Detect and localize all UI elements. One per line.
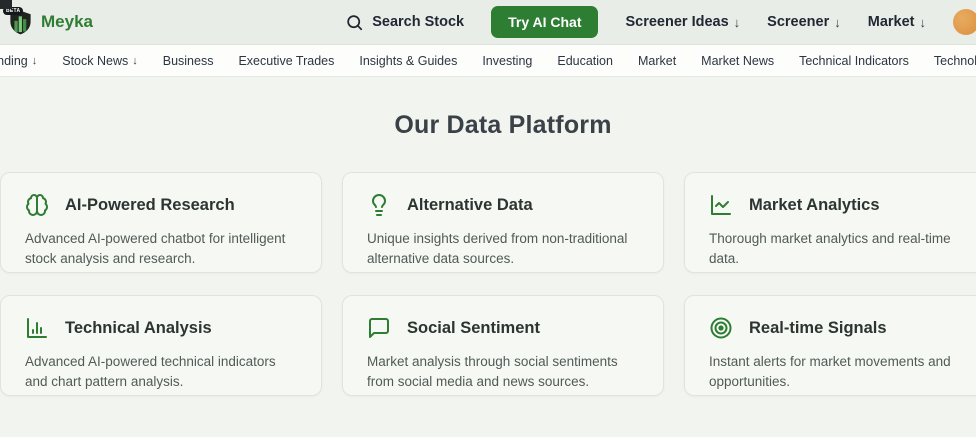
subnav-item-label: Trending <box>0 54 28 68</box>
feature-card: Real-time Signals Instant alerts for mar… <box>684 295 976 396</box>
subnav-item[interactable]: Executive Trades <box>238 54 334 68</box>
subnav-item[interactable]: Trending ↓ <box>0 54 37 68</box>
card-description: Unique insights derived from non-traditi… <box>367 229 639 268</box>
dropdown-arrow-icon: ↓ <box>920 15 927 30</box>
card-title: Alternative Data <box>407 196 533 215</box>
brain-icon <box>25 193 49 217</box>
dropdown-arrow-icon: ↓ <box>32 55 38 67</box>
speech-bubble-icon <box>367 316 391 340</box>
card-description: Advanced AI-powered chatbot for intellig… <box>25 229 297 268</box>
subnav-item[interactable]: Market <box>638 54 676 68</box>
subnav-item-label: Market <box>638 54 676 68</box>
subnav-item-label: Stock News <box>62 54 128 68</box>
subnav-item[interactable]: Technology <box>934 54 976 68</box>
subnav-item-label: Business <box>163 54 214 68</box>
search-stock-label: Search Stock <box>372 14 464 30</box>
card-title: Market Analytics <box>749 196 880 215</box>
card-title: AI-Powered Research <box>65 196 235 215</box>
card-description: Thorough market analytics and real-time … <box>709 229 976 268</box>
brand-logo[interactable]: BETA Meyka <box>7 9 93 36</box>
top-nav-item[interactable]: Screener ↓ <box>767 14 841 30</box>
feature-card: Market Analytics Thorough market analyti… <box>684 172 976 273</box>
top-nav-item-label: Screener Ideas <box>625 14 728 30</box>
card-description: Market analysis through social sentiment… <box>367 352 639 391</box>
feature-card: Technical Analysis Advanced AI-powered t… <box>0 295 322 396</box>
top-navigation-bar: BETA Meyka Search Stock Try AI Chat Scre… <box>0 0 976 45</box>
subnav-item-label: Executive Trades <box>238 54 334 68</box>
meyka-logo-icon: BETA <box>7 9 34 36</box>
top-nav-item-label: Screener <box>767 14 829 30</box>
target-icon <box>709 316 733 340</box>
card-title: Real-time Signals <box>749 319 887 338</box>
cards-grid: AI-Powered Research Advanced AI-powered … <box>0 172 976 396</box>
subnav-item-label: Market News <box>701 54 774 68</box>
dropdown-arrow-icon: ↓ <box>734 15 741 30</box>
brand-name: Meyka <box>41 12 93 32</box>
subnav-item[interactable]: Technical Indicators <box>799 54 909 68</box>
subnav-item[interactable]: Education <box>557 54 613 68</box>
subnav-item[interactable]: Business <box>163 54 214 68</box>
page-title: Our Data Platform <box>0 111 976 140</box>
search-stock-button[interactable]: Search Stock <box>345 13 464 32</box>
dropdown-arrow-icon: ↓ <box>132 55 138 67</box>
subnav-item[interactable]: Insights & Guides <box>359 54 457 68</box>
main-content: Our Data Platform AI-Powered Research Ad… <box>0 111 976 396</box>
top-nav-item[interactable]: Screener Ideas ↓ <box>625 14 740 30</box>
dropdown-arrow-icon: ↓ <box>834 15 841 30</box>
card-title: Technical Analysis <box>65 319 212 338</box>
window-corner-artifact <box>0 0 12 9</box>
feature-card: AI-Powered Research Advanced AI-powered … <box>0 172 322 273</box>
subnav-item-label: Technical Indicators <box>799 54 909 68</box>
feature-card: Social Sentiment Market analysis through… <box>342 295 664 396</box>
secondary-navigation: Trending ↓ Stock News ↓ Business Executi… <box>0 45 976 77</box>
lightbulb-icon <box>367 193 391 217</box>
subnav-item-label: Investing <box>482 54 532 68</box>
card-title: Social Sentiment <box>407 319 540 338</box>
feature-card: Alternative Data Unique insights derived… <box>342 172 664 273</box>
search-icon <box>345 13 364 32</box>
top-nav-item[interactable]: Market ↓ <box>868 14 926 30</box>
subnav-item-label: Technology <box>934 54 976 68</box>
subnav-item-label: Education <box>557 54 613 68</box>
bar-chart-icon <box>25 316 49 340</box>
user-avatar[interactable] <box>953 9 976 35</box>
subnav-item[interactable]: Stock News ↓ <box>62 54 138 68</box>
subnav-item[interactable]: Market News <box>701 54 774 68</box>
card-description: Instant alerts for market movements and … <box>709 352 976 391</box>
subnav-item-label: Insights & Guides <box>359 54 457 68</box>
subnav-item[interactable]: Investing <box>482 54 532 68</box>
card-description: Advanced AI-powered technical indicators… <box>25 352 297 391</box>
line-chart-icon <box>709 193 733 217</box>
top-nav-item-label: Market <box>868 14 915 30</box>
try-ai-chat-button[interactable]: Try AI Chat <box>491 6 598 38</box>
top-nav: Screener Ideas ↓ Screener ↓ Market ↓ <box>625 14 926 30</box>
